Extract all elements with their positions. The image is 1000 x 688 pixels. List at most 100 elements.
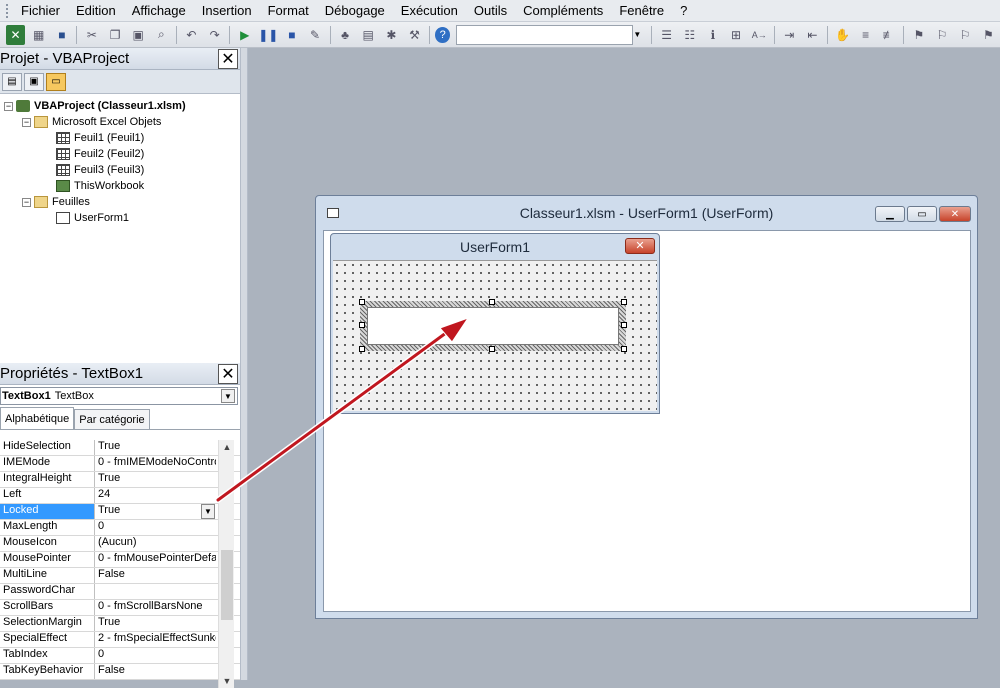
tab-alphabetique[interactable]: Alphabétique: [0, 407, 75, 429]
property-value[interactable]: True: [95, 440, 216, 455]
view-object-icon[interactable]: ▣: [24, 72, 44, 91]
redo-icon[interactable]: ↷: [205, 25, 224, 45]
resize-handle[interactable]: [621, 346, 627, 352]
property-row[interactable]: MultiLine False: [0, 568, 240, 584]
property-row[interactable]: IntegralHeight True: [0, 472, 240, 488]
copy-icon[interactable]: ❐: [106, 25, 125, 45]
cut-icon[interactable]: ✂: [82, 25, 101, 45]
menu-fenetre[interactable]: Fenêtre: [611, 3, 672, 18]
list-constants-icon[interactable]: ☷: [680, 25, 699, 45]
resize-handle[interactable]: [359, 299, 365, 305]
property-value[interactable]: 0 - fmScrollBarsNone: [95, 600, 216, 615]
resize-handle[interactable]: [489, 299, 495, 305]
comment-block-icon[interactable]: ≡: [856, 25, 875, 45]
tree-item-feuil2[interactable]: Feuil2 (Feuil2): [56, 146, 144, 162]
resize-handle[interactable]: [359, 346, 365, 352]
property-row[interactable]: TabIndex 0: [0, 648, 240, 664]
resize-handle[interactable]: [621, 322, 627, 328]
property-value[interactable]: True: [95, 616, 216, 631]
toggle-folders-icon[interactable]: ▭: [46, 72, 66, 91]
save-icon[interactable]: ■: [52, 25, 71, 45]
property-value[interactable]: False: [95, 664, 216, 679]
property-row[interactable]: TabKeyBehavior False: [0, 664, 240, 680]
tree-item-userform1[interactable]: UserForm1: [56, 210, 129, 226]
property-row[interactable]: SpecialEffect 2 - fmSpecialEffectSunke: [0, 632, 240, 648]
next-bookmark-icon[interactable]: ⚐: [932, 25, 951, 45]
project-explorer-icon[interactable]: ♣: [336, 25, 355, 45]
object-selector[interactable]: TextBox1 TextBox ▼: [0, 387, 238, 405]
pause-icon[interactable]: ❚❚: [258, 25, 278, 45]
find-icon[interactable]: ⌕: [152, 25, 171, 45]
property-value[interactable]: 0 - fmIMEModeNoContro: [95, 456, 216, 471]
toolbox-icon[interactable]: ⚒: [405, 25, 424, 45]
property-value-field[interactable]: True ▼: [95, 504, 216, 519]
property-row[interactable]: ScrollBars 0 - fmScrollBarsNone: [0, 600, 240, 616]
resize-handle[interactable]: [621, 299, 627, 305]
menu-execution[interactable]: Exécution: [393, 3, 466, 18]
object-browser-icon[interactable]: ✱: [382, 25, 401, 45]
undo-icon[interactable]: ↶: [182, 25, 201, 45]
parameter-info-icon[interactable]: ⊞: [726, 25, 745, 45]
tree-item-feuilles[interactable]: − Feuilles: [22, 194, 90, 210]
stop-icon[interactable]: ■: [282, 25, 301, 45]
collapse-icon[interactable]: −: [4, 101, 13, 111]
property-value[interactable]: 0: [95, 648, 216, 663]
chevron-down-icon[interactable]: ▼: [221, 389, 235, 403]
run-icon[interactable]: ▶: [235, 25, 254, 45]
tree-item-vbaproject[interactable]: − VBAProject (Classeur1.xlsm): [4, 98, 186, 114]
toggle-bookmark-icon[interactable]: ⚑: [909, 25, 928, 45]
panel-splitter[interactable]: [240, 48, 248, 680]
previous-bookmark-icon[interactable]: ⚐: [956, 25, 975, 45]
tree-item-feuil3[interactable]: Feuil3 (Feuil3): [56, 162, 144, 178]
excel-icon[interactable]: ✕: [6, 24, 26, 45]
scroll-down-icon[interactable]: ▼: [219, 674, 235, 688]
toggle-breakpoint-icon[interactable]: ✋: [833, 25, 852, 45]
property-row[interactable]: MouseIcon (Aucun): [0, 536, 240, 552]
properties-scrollbar[interactable]: ▲ ▼: [218, 440, 234, 688]
position-combo[interactable]: [456, 24, 633, 45]
paste-icon[interactable]: ▣: [129, 25, 148, 45]
property-value[interactable]: False: [95, 568, 216, 583]
clear-bookmarks-icon[interactable]: ⚑: [979, 25, 998, 45]
tree-item-feuil1[interactable]: Feuil1 (Feuil1): [56, 130, 144, 146]
close-icon[interactable]: ✕: [218, 48, 238, 69]
view-code-icon[interactable]: ▤: [2, 72, 22, 91]
close-icon[interactable]: ✕: [939, 206, 971, 222]
property-value[interactable]: 24: [95, 488, 216, 503]
menu-complements[interactable]: Compléments: [515, 3, 611, 18]
menu-outils[interactable]: Outils: [466, 3, 515, 18]
collapse-icon[interactable]: −: [22, 117, 31, 127]
list-properties-icon[interactable]: ☰: [657, 25, 676, 45]
property-row[interactable]: IMEMode 0 - fmIMEModeNoContro: [0, 456, 240, 472]
property-row[interactable]: SelectionMargin True: [0, 616, 240, 632]
tree-item-thisworkbook[interactable]: ThisWorkbook: [56, 178, 144, 194]
chevron-down-icon[interactable]: ▼: [201, 504, 215, 519]
combo-dropdown-icon[interactable]: ▼: [633, 25, 643, 45]
menu-format[interactable]: Format: [260, 3, 317, 18]
design-mode-icon[interactable]: ✎: [305, 25, 324, 45]
menu-insertion[interactable]: Insertion: [194, 3, 260, 18]
property-row[interactable]: HideSelection True: [0, 440, 240, 456]
property-row-selected[interactable]: Locked True ▼: [0, 504, 240, 520]
property-row[interactable]: PasswordChar: [0, 584, 240, 600]
scroll-up-icon[interactable]: ▲: [219, 440, 235, 454]
property-row[interactable]: Left 24: [0, 488, 240, 504]
tree-item-excel-objects[interactable]: − Microsoft Excel Objets: [22, 114, 161, 130]
scrollbar-thumb[interactable]: [221, 550, 233, 620]
close-icon[interactable]: ✕: [218, 363, 238, 384]
property-value[interactable]: 2 - fmSpecialEffectSunke: [95, 632, 216, 647]
tab-par-categorie[interactable]: Par catégorie: [74, 409, 150, 429]
textbox1-control[interactable]: [367, 307, 619, 345]
menu-help[interactable]: ?: [672, 3, 695, 18]
property-row[interactable]: MaxLength 0: [0, 520, 240, 536]
property-value[interactable]: (Aucun): [95, 536, 216, 551]
property-value[interactable]: True: [95, 472, 216, 487]
uncomment-block-icon[interactable]: ≢: [879, 25, 898, 45]
minimize-icon[interactable]: ▁: [875, 206, 905, 222]
quick-info-icon[interactable]: ℹ: [703, 25, 722, 45]
properties-icon[interactable]: ▤: [359, 25, 378, 45]
property-value[interactable]: 0 - fmMousePointerDefau: [95, 552, 216, 567]
userform-window-icon[interactable]: [327, 208, 339, 218]
menu-debogage[interactable]: Débogage: [317, 3, 393, 18]
indent-icon[interactable]: ⇥: [780, 25, 799, 45]
